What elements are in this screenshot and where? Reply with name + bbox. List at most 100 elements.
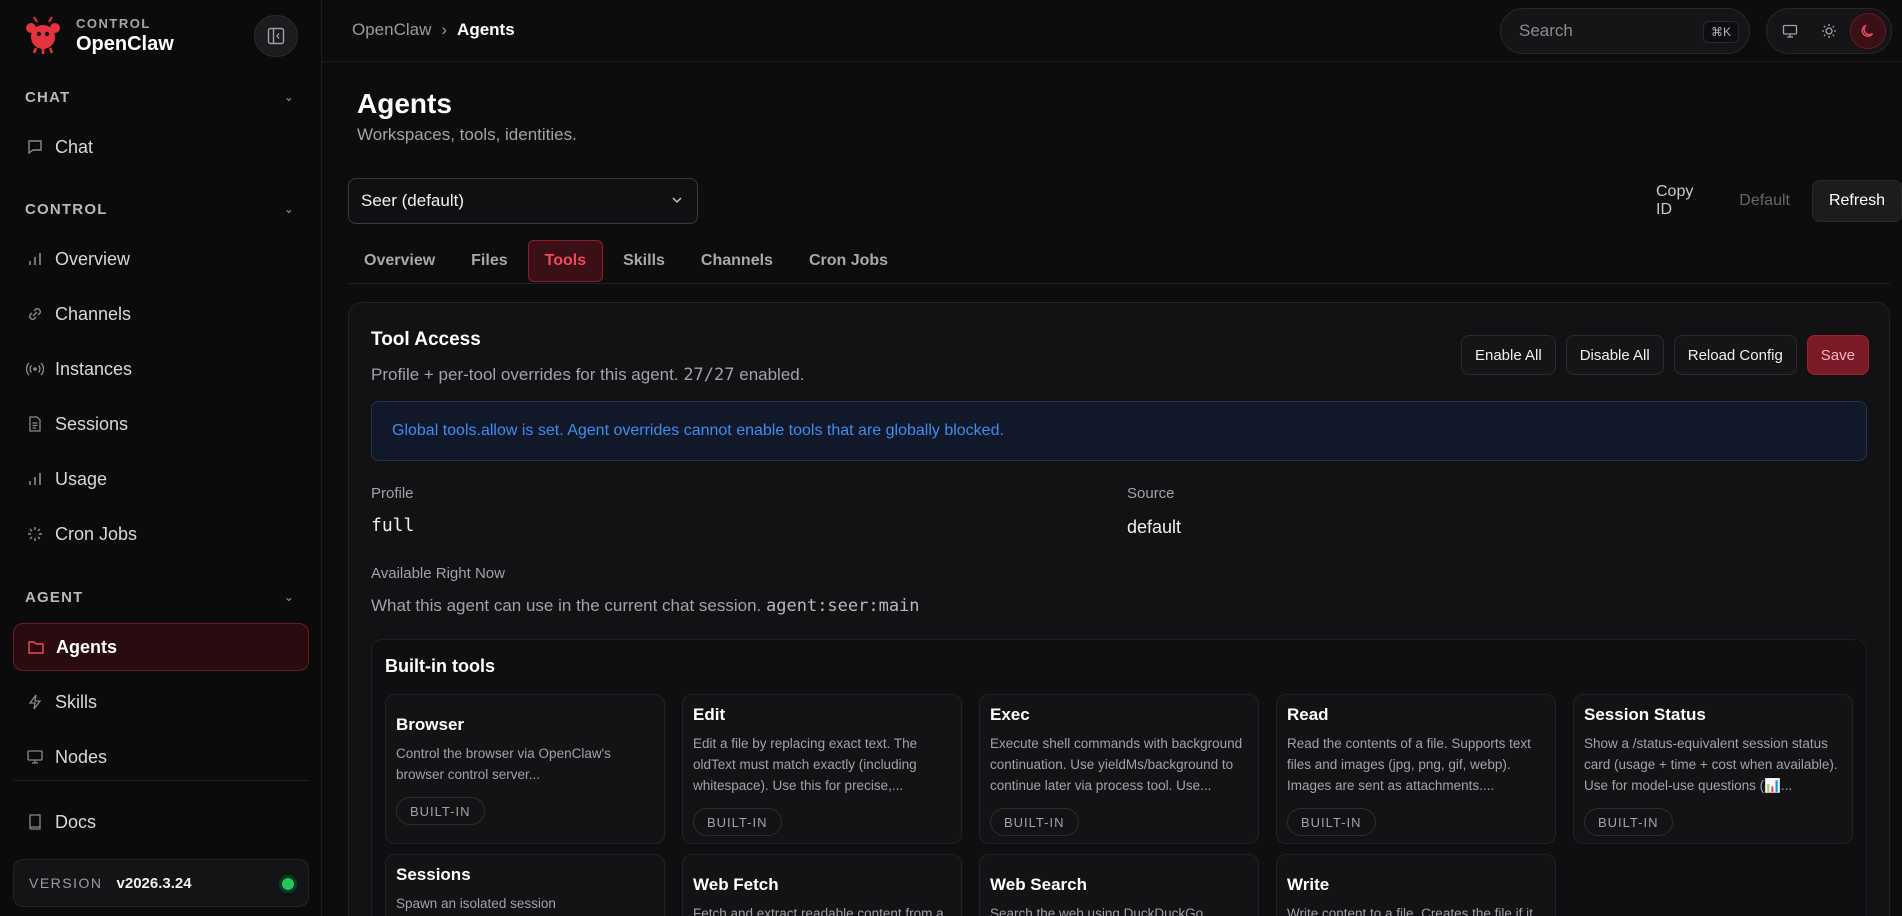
source-value: default <box>1127 517 1182 537</box>
brand-eyebrow: CONTROL <box>76 15 151 31</box>
loader-icon <box>25 524 45 544</box>
bar-chart-icon <box>25 249 45 269</box>
tool-card[interactable]: Read Read the contents of a file. Suppor… <box>1276 694 1556 844</box>
sidebar-collapse-button[interactable] <box>254 15 298 57</box>
breadcrumb-current: Agents <box>457 20 515 39</box>
builtin-tag: BUILT-IN <box>990 808 1079 836</box>
available-desc: What this agent can use in the current c… <box>371 596 920 616</box>
section-chat[interactable]: CHAT ⌄ <box>25 86 295 108</box>
tool-name: Read <box>1287 705 1329 724</box>
copy-id-button[interactable]: Copy ID <box>1640 180 1723 222</box>
sidebar-item-cron-jobs[interactable]: Cron Jobs <box>13 510 309 558</box>
sidebar-item-instances[interactable]: Instances <box>13 345 309 393</box>
version-value: v2026.3.24 <box>116 874 192 892</box>
tab-channels[interactable]: Channels <box>685 240 789 282</box>
tool-card[interactable]: Edit Edit a file by replacing exact text… <box>682 694 962 844</box>
lightning-icon <box>25 692 45 712</box>
tool-access-title: Tool Access <box>371 329 481 350</box>
status-dot-icon <box>282 878 294 890</box>
refresh-button[interactable]: Refresh <box>1811 180 1902 222</box>
available-label: Available Right Now <box>371 565 505 582</box>
tool-name: Web Fetch <box>693 875 779 894</box>
sidebar-item-chat[interactable]: Chat <box>13 123 309 171</box>
tool-desc: Show a /status-equivalent session status… <box>1584 736 1838 793</box>
brand-name: OpenClaw <box>76 32 174 55</box>
search-shortcut: ⌘K <box>1702 21 1739 43</box>
lobster-logo-icon <box>26 16 60 54</box>
tool-card[interactable]: Browser Control the browser via OpenClaw… <box>385 694 665 844</box>
tool-desc: Edit a file by replacing exact text. The… <box>693 736 918 793</box>
breadcrumb-root[interactable]: OpenClaw <box>352 20 431 40</box>
sidebar-item-sessions[interactable]: Sessions <box>13 400 309 448</box>
default-button[interactable]: Default <box>1723 180 1806 222</box>
page-title: Agents <box>357 88 452 119</box>
brand[interactable]: CONTROL OpenClaw <box>22 14 174 56</box>
tool-card[interactable]: Web Search Search the web using DuckDuck… <box>979 854 1259 916</box>
page-subtitle: Workspaces, tools, identities. <box>357 125 577 144</box>
sidebar-divider <box>13 780 309 781</box>
sun-icon <box>1821 24 1836 38</box>
version-label: VERSION <box>29 875 103 891</box>
profile-label: Profile <box>371 485 414 502</box>
version-badge: VERSION v2026.3.24 <box>13 859 309 907</box>
agent-tabs: Overview Files Tools Skills Channels Cro… <box>348 240 908 282</box>
sidebar-item-overview[interactable]: Overview <box>13 235 309 283</box>
theme-switcher <box>1766 8 1892 54</box>
theme-system-button[interactable] <box>1772 13 1808 49</box>
sidebar-item-nodes[interactable]: Nodes <box>13 733 309 781</box>
tool-name: Edit <box>693 705 726 724</box>
tool-count: 27/27 <box>683 365 735 385</box>
tool-card[interactable]: Sessions Spawn an isolated session <box>385 854 665 916</box>
builtin-tools-panel: Built-in tools Browser Control the brows… <box>371 639 1867 916</box>
tool-card[interactable]: Session Status Show a /status-equivalent… <box>1573 694 1853 844</box>
sidebar-item-usage[interactable]: Usage <box>13 455 309 503</box>
tool-card[interactable]: Exec Execute shell commands with backgro… <box>979 694 1259 844</box>
tab-files[interactable]: Files <box>455 240 523 282</box>
monitor-icon <box>1783 24 1798 38</box>
tool-name: Browser <box>396 715 465 734</box>
tool-card[interactable]: Web Fetch Fetch and extract readable con… <box>682 854 962 916</box>
tool-name: Write <box>1287 875 1330 894</box>
tool-desc: Write content to a file. Creates the fil… <box>1287 906 1533 916</box>
tool-name: Session Status <box>1584 705 1706 724</box>
chat-bubble-icon <box>25 137 45 157</box>
tab-cron-jobs[interactable]: Cron Jobs <box>793 240 904 282</box>
reload-config-button[interactable]: Reload Config <box>1673 335 1797 375</box>
tool-card[interactable]: Write Write content to a file. Creates t… <box>1276 854 1556 916</box>
sidebar-item-docs[interactable]: Docs <box>13 798 309 846</box>
global-allow-notice: Global tools.allow is set. Agent overrid… <box>371 401 1867 461</box>
tool-name: Sessions <box>396 865 471 884</box>
search-input[interactable]: Search ⌘K <box>1500 8 1750 54</box>
agent-select[interactable]: Seer (default) <box>348 178 698 224</box>
sidebar-item-skills[interactable]: Skills <box>13 678 309 726</box>
theme-dark-button[interactable] <box>1849 13 1886 49</box>
search-placeholder: Search <box>1519 21 1573 40</box>
builtin-tag: BUILT-IN <box>1287 808 1376 836</box>
sidebar-panel-icon <box>267 27 285 45</box>
moon-icon <box>1861 24 1873 37</box>
bar-chart-icon <box>25 469 45 489</box>
theme-light-button[interactable] <box>1811 13 1847 49</box>
section-agent[interactable]: AGENT ⌄ <box>25 586 295 608</box>
document-icon <box>25 414 45 434</box>
tool-access-actions: Enable All Disable All Reload Config Sav… <box>1451 335 1869 375</box>
sidebar-item-channels[interactable]: Channels <box>13 290 309 338</box>
sidebar-item-agents[interactable]: Agents <box>13 623 309 671</box>
breadcrumb-separator: › <box>441 20 448 39</box>
breadcrumb: OpenClaw › Agents <box>352 20 515 40</box>
save-button[interactable]: Save <box>1806 335 1869 375</box>
agent-actions: Copy ID Default Refresh <box>1640 180 1902 222</box>
monitor-icon <box>25 747 45 767</box>
tab-overview[interactable]: Overview <box>348 240 451 282</box>
enable-all-button[interactable]: Enable All <box>1460 335 1556 375</box>
tab-tools[interactable]: Tools <box>527 240 604 282</box>
builtin-tools-title: Built-in tools <box>385 656 495 676</box>
tool-desc: Spawn an isolated session <box>396 896 556 911</box>
tabs-divider <box>348 283 1890 284</box>
session-key: agent:seer:main <box>766 596 920 616</box>
disable-all-button[interactable]: Disable All <box>1565 335 1664 375</box>
tab-skills[interactable]: Skills <box>607 240 681 282</box>
broadcast-icon <box>25 359 45 379</box>
section-control[interactable]: CONTROL ⌄ <box>25 198 295 220</box>
source-label: Source <box>1127 485 1175 502</box>
